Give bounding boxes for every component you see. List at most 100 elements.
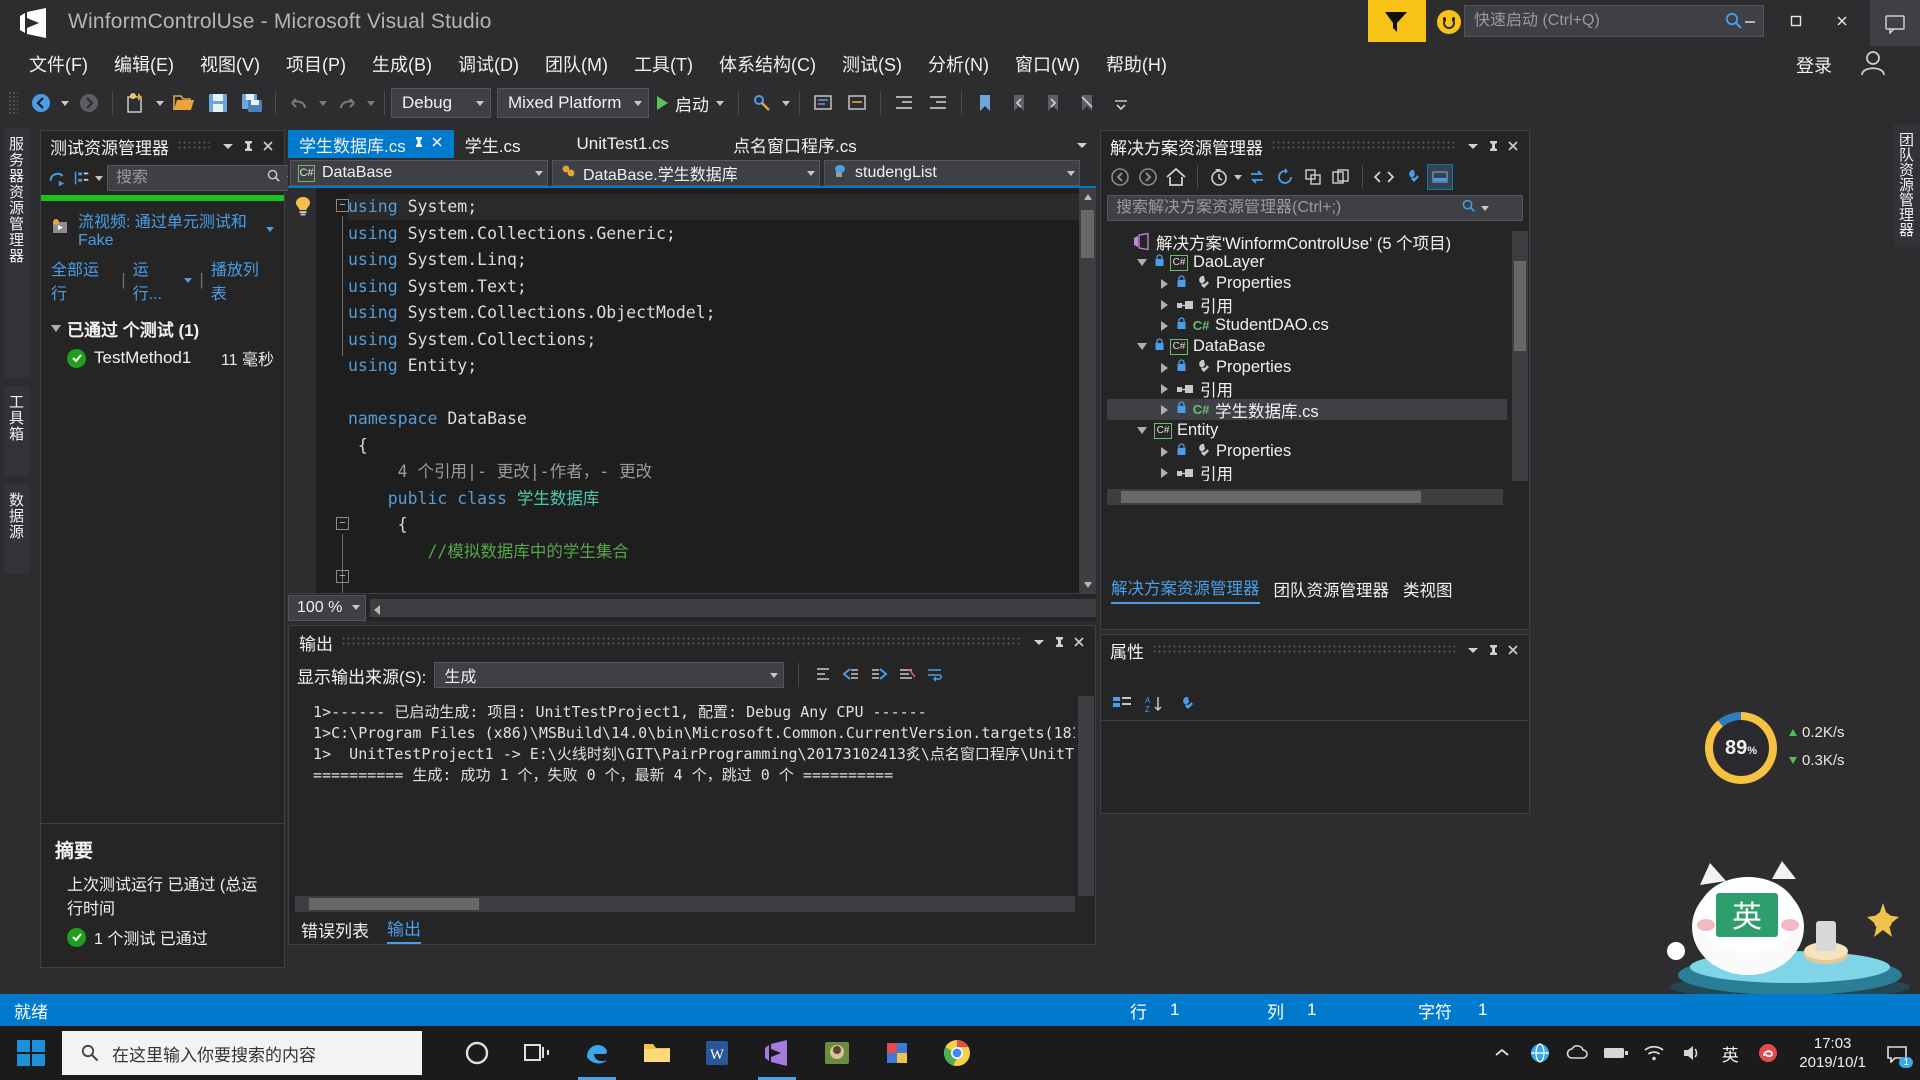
clear-bookmarks-icon[interactable] [1070,87,1104,119]
playlist-link[interactable]: 播放列表 [211,256,274,304]
output-text[interactable]: 1>------ 已启动生成: 项目: UnitTestProject1, 配置… [295,702,1075,892]
increase-indent-icon[interactable] [921,87,955,119]
menu-help[interactable]: 帮助(H) [1093,48,1180,80]
vtab-team-explorer[interactable]: 团队资源管理器 [1894,124,1920,245]
run-dropdown-icon[interactable] [184,277,193,283]
scroll-up-icon[interactable] [1079,188,1096,205]
feedback-button[interactable] [1870,0,1920,46]
user-account-icon[interactable] [1856,48,1890,78]
refresh-icon[interactable] [1272,164,1298,190]
menu-debug[interactable]: 调试(D) [445,48,532,80]
solution-tree-item[interactable]: 引用 [1107,378,1507,400]
tab-solution-explorer[interactable]: 解决方案资源管理器 [1111,575,1260,604]
vtab-server-explorer[interactable]: 服务器资源管理器 [4,128,30,378]
solution-tree-item[interactable]: C# StudentDAO.cs [1107,315,1507,336]
expand-twisty-icon[interactable] [1157,404,1171,415]
next-bookmark-icon[interactable] [1036,87,1070,119]
tab-close-icon[interactable] [431,135,443,153]
chevron-down-icon[interactable] [352,605,360,610]
pin-icon[interactable] [1049,632,1069,652]
solution-tree[interactable]: 解决方案'WinformControlUse' (5 个项目) C# DaoLaye… [1107,231,1507,481]
run-all-tests-icon[interactable] [47,168,67,188]
test-search-input[interactable] [116,169,266,187]
close-icon[interactable] [1503,136,1523,156]
solution-tree-item[interactable]: Properties [1107,441,1507,462]
tab-output[interactable]: 输出 [387,915,421,944]
toolbar-overflow-icon[interactable] [1104,87,1138,119]
expand-twisty-icon[interactable] [1157,362,1171,373]
video-link-dropdown-icon[interactable] [266,226,274,232]
expand-twisty-icon[interactable] [1157,299,1171,310]
navigate-backward-dropdown[interactable] [58,87,72,119]
expand-twisty-icon[interactable] [1157,467,1171,478]
solution-tree-item[interactable]: C# Entity [1107,420,1507,441]
clear-all-icon[interactable] [897,665,917,685]
search-dropdown-icon[interactable] [1481,205,1489,211]
output-source-combo[interactable]: 生成 [434,662,785,688]
lightbulb-icon[interactable] [294,196,312,221]
collapse-twisty-icon[interactable] [1135,343,1149,350]
panel-drag-dots[interactable] [1271,141,1455,151]
panel-menu-chevron-icon[interactable] [1463,136,1483,156]
expand-twisty-icon[interactable] [51,325,61,332]
solution-tree-item[interactable]: C# DataBase [1107,336,1507,357]
group-by-dropdown-icon[interactable] [95,175,103,181]
start-debug-button[interactable]: 启动 [649,91,732,116]
chevron-down-icon[interactable] [770,672,779,678]
file-explorer-icon[interactable] [628,1026,686,1080]
word-icon[interactable]: W [688,1026,746,1080]
pin-icon[interactable] [1483,136,1503,156]
menu-edit[interactable]: 编辑(E) [101,48,187,80]
find-message-icon[interactable] [813,665,833,685]
close-button[interactable] [1819,6,1865,36]
menu-file[interactable]: 文件(F) [16,48,101,80]
panel-drag-dots[interactable] [1152,645,1455,655]
test-search-box[interactable] [107,165,300,191]
panel-drag-dots[interactable] [341,637,1021,647]
collapse-twisty-icon[interactable] [1135,427,1149,434]
panel-menu-chevron-icon[interactable] [218,136,238,156]
notifications-flag-icon[interactable] [1368,0,1426,42]
properties-icon[interactable] [1399,164,1425,190]
chevron-down-icon[interactable] [807,170,815,176]
chevron-down-icon[interactable] [535,170,543,176]
solution-platform-combo[interactable]: Mixed Platform [497,88,649,118]
taskbar-clock[interactable]: 17:03 2019/10/1 [1799,1034,1866,1072]
sync-with-active-document-icon[interactable] [1244,164,1270,190]
tab-pin-icon[interactable] [413,136,424,152]
solution-hscroll-thumb[interactable] [1121,491,1421,503]
run-link[interactable]: 运行... [133,256,178,304]
menu-build[interactable]: 生成(B) [359,48,445,80]
navigate-forward-button[interactable] [72,87,106,119]
editor-tab-unittest1[interactable]: UnitTest1.cs [565,130,680,158]
toolbar-grip[interactable] [8,91,18,115]
navigate-backward-button[interactable] [24,87,58,119]
solution-tree-item[interactable]: C# DaoLayer [1107,252,1507,273]
editor-horizontal-scrollbar[interactable] [370,598,1096,617]
back-icon[interactable] [1107,164,1133,190]
output-hscroll-thumb[interactable] [309,898,479,910]
save-icon[interactable] [201,87,235,119]
send-feedback-smiley-icon[interactable] [1437,10,1461,34]
show-hidden-icons-icon[interactable] [1489,1040,1515,1066]
pending-changes-dropdown-icon[interactable] [1234,174,1242,180]
decrease-indent-icon[interactable] [887,87,921,119]
panel-menu-chevron-icon[interactable] [1029,632,1049,652]
alphabetical-sort-icon[interactable]: AZ [1141,691,1167,717]
open-file-icon[interactable] [167,87,201,119]
solution-tree-item[interactable]: Properties [1107,357,1507,378]
comment-selection-icon[interactable] [806,87,840,119]
globe-icon[interactable] [1527,1040,1553,1066]
save-all-icon[interactable] [235,87,269,119]
test-video-link[interactable]: 流视频: 通过单元测试和 Fake [78,208,259,250]
show-all-files-icon[interactable] [1328,164,1354,190]
start-button-icon[interactable] [0,1026,62,1080]
menu-architecture[interactable]: 体系结构(C) [706,48,829,80]
tab-team-explorer[interactable]: 团队资源管理器 [1274,577,1390,601]
solution-horizontal-scrollbar[interactable] [1107,489,1503,505]
cortana-icon[interactable] [448,1026,506,1080]
solution-tree-item[interactable]: Properties [1107,273,1507,294]
ime-language-icon[interactable]: 英 [1717,1040,1743,1066]
menu-analyze[interactable]: 分析(N) [915,48,1002,80]
go-to-next-message-icon[interactable] [869,665,889,685]
